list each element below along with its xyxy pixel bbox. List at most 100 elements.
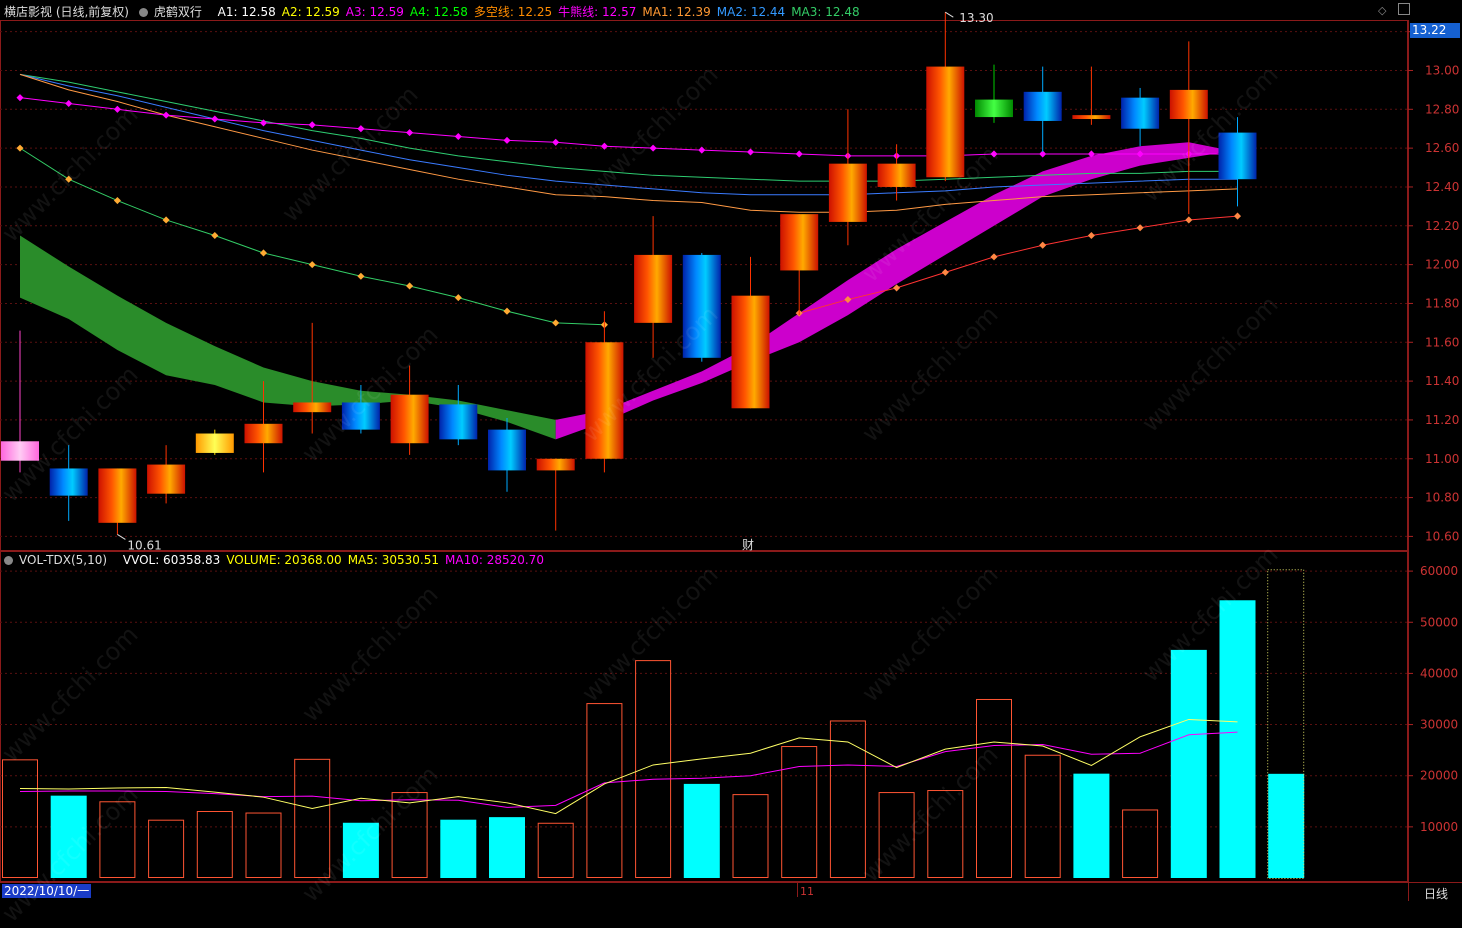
candle-body	[1121, 97, 1160, 129]
volume-indicator-name[interactable]: VOL-TDX(5,10)	[4, 553, 113, 567]
dropdown-circle-icon[interactable]	[138, 8, 148, 17]
series-marker-long_short_2	[1087, 231, 1095, 240]
candle-body	[439, 404, 478, 440]
price-legend-item: MA1: 12.39	[642, 5, 711, 19]
series-marker-long_short_1	[211, 231, 219, 240]
volume-legend-item: MA5: 30530.51	[347, 553, 439, 567]
series-marker-bull_bear	[746, 148, 755, 156]
price-tick-label: 12.40	[1425, 180, 1459, 194]
price-tick-label: 10.60	[1425, 529, 1459, 543]
series-marker-long_short_1	[259, 249, 268, 257]
series-marker-bull_bear	[795, 150, 803, 158]
candle-body	[634, 254, 673, 323]
volume-bar	[196, 810, 233, 878]
volume-bar	[927, 790, 964, 879]
volume-legend: VOL-TDX(5,10) VVOL: 60358.83 VOLUME: 2036…	[4, 552, 556, 568]
candle-body	[682, 254, 721, 358]
price-tick-label: 12.60	[1425, 141, 1459, 155]
volume-tick-label: 50000	[1420, 615, 1458, 629]
price-legend-item: A3: 12.59	[345, 5, 404, 19]
series-marker-bull_bear	[503, 136, 511, 144]
candle-body	[585, 342, 624, 459]
price-tick-label: 11.60	[1425, 335, 1459, 349]
series-marker-bull_bear	[65, 99, 73, 108]
price-tick-label: 11.20	[1425, 413, 1459, 427]
high-marker-arrow	[945, 11, 954, 18]
candle-body	[390, 394, 429, 444]
price-legend-item: A4: 12.58	[409, 5, 468, 19]
volume-bar	[1122, 809, 1159, 878]
volume-legend-item: MA10: 28520.70	[445, 553, 544, 567]
cursor-date-label: 2022/10/10/一	[2, 884, 92, 898]
volume-legend-item: VVOL: 60358.83	[122, 553, 221, 567]
price-tick-label: 12.00	[1425, 258, 1459, 272]
stock-title[interactable]: 横店影视 (日线,前复权)	[4, 5, 129, 19]
series-marker-long_short_1	[308, 261, 316, 269]
volume-bar	[976, 698, 1012, 878]
dropdown-circle-icon[interactable]	[4, 556, 13, 565]
candle-body	[1218, 132, 1257, 180]
volume-bar	[586, 703, 623, 879]
candle-body	[877, 163, 916, 187]
series-marker-long_short_1	[113, 197, 121, 205]
volume-bar	[489, 817, 525, 878]
price-tick-label: 11.40	[1425, 374, 1459, 388]
candle-body	[293, 402, 332, 413]
price-tick-label: 10.80	[1425, 491, 1459, 505]
volume-ma10-line	[19, 731, 1238, 808]
candle-body	[1023, 91, 1062, 121]
indicator-name[interactable]: 虎鹤双行	[138, 5, 208, 19]
price-legend-item: MA3: 12.48	[791, 5, 860, 19]
series-marker-long_short_1	[357, 272, 365, 280]
volume-bar	[342, 822, 379, 878]
price-legend-item: 牛熊线: 12.57	[558, 5, 637, 19]
volume-bar	[294, 758, 331, 878]
series-marker-bull_bear	[990, 150, 998, 158]
candle-body	[975, 99, 1013, 118]
low-marker-arrow	[117, 534, 126, 540]
volume-bar	[148, 819, 185, 879]
candle-body	[536, 458, 575, 471]
candle-body	[1, 441, 39, 461]
candle-body	[780, 214, 819, 271]
period-label[interactable]: 日线	[1424, 885, 1448, 902]
series-marker-long_short_1	[503, 307, 511, 315]
candle-body	[98, 468, 137, 523]
price-legend: 横店影视 (日线,前复权) 虎鹤双行 A1: 12.58 A2: 12.59 A3:…	[4, 4, 872, 20]
volume-bar	[1024, 754, 1061, 879]
series-marker-long_short_2	[941, 268, 949, 276]
series-marker-bull_bear	[600, 142, 608, 150]
candle-body	[828, 163, 867, 222]
series-marker-bull_bear	[113, 105, 121, 113]
finance-marker: 财	[742, 538, 754, 552]
volume-bar	[878, 792, 915, 879]
series-marker-long_short_1	[16, 144, 24, 152]
volume-tick-label: 60000	[1420, 564, 1458, 578]
volume-bar	[1219, 600, 1256, 878]
series-marker-long_short_2	[1136, 224, 1144, 232]
volume-tick-label: 20000	[1420, 769, 1458, 783]
volume-bar	[99, 801, 136, 878]
series-marker-bull_bear	[162, 111, 170, 119]
candle-body	[488, 429, 526, 471]
volume-bar	[829, 720, 866, 878]
volume-bar	[1170, 649, 1207, 878]
volume-bar	[391, 792, 428, 879]
volume-bar	[635, 660, 672, 878]
series-marker-bull_bear	[454, 132, 462, 141]
volume-bar	[683, 783, 720, 878]
volume-bar	[2, 759, 38, 878]
series-marker-long_short_1	[454, 294, 462, 302]
high-price-annotation: 13.30	[959, 11, 993, 25]
volume-tick-label: 10000	[1420, 820, 1458, 834]
diamond-icon[interactable]: ◇	[1378, 4, 1386, 17]
window-toggle-icon[interactable]	[1398, 3, 1410, 15]
candle-body	[147, 464, 186, 494]
price-tick-label: 12.20	[1425, 219, 1459, 233]
volume-tick-label: 30000	[1420, 718, 1458, 732]
price-tick-label: 11.00	[1425, 452, 1459, 466]
price-legend-item: A2: 12.59	[281, 5, 340, 19]
series-marker-long_short_2	[1039, 241, 1047, 249]
volume-bar	[537, 822, 574, 879]
volume-bar	[440, 819, 477, 878]
